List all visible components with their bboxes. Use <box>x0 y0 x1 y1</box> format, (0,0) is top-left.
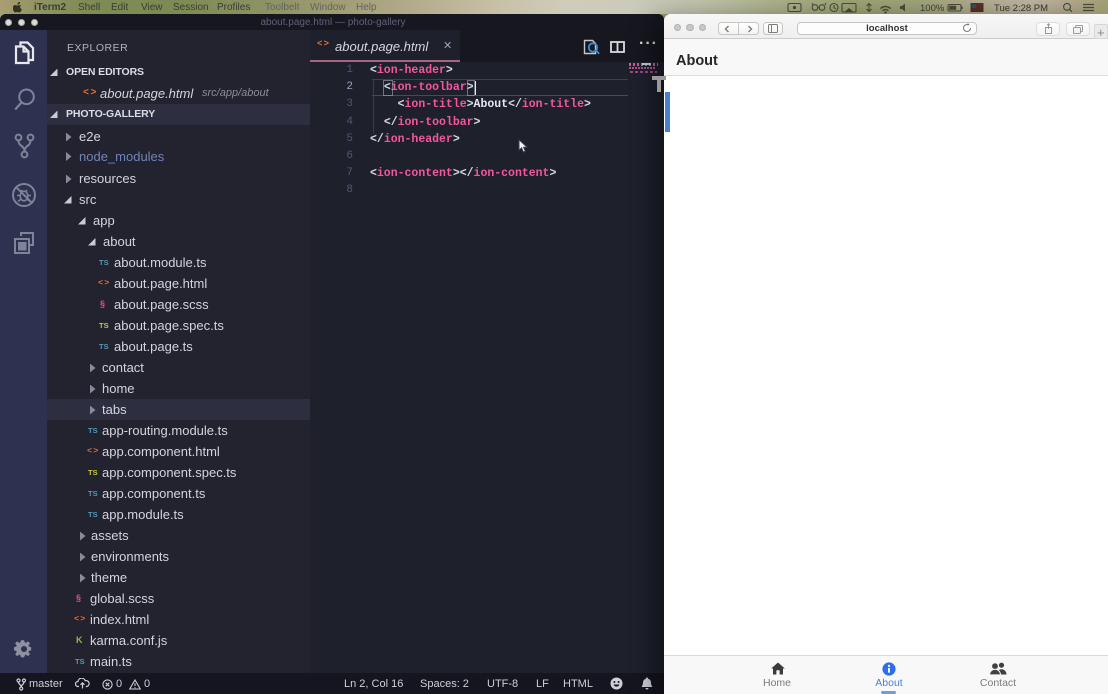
svg-text:Tue 2:28 PM: Tue 2:28 PM <box>994 3 1048 14</box>
svg-text:100%: 100% <box>920 3 945 14</box>
